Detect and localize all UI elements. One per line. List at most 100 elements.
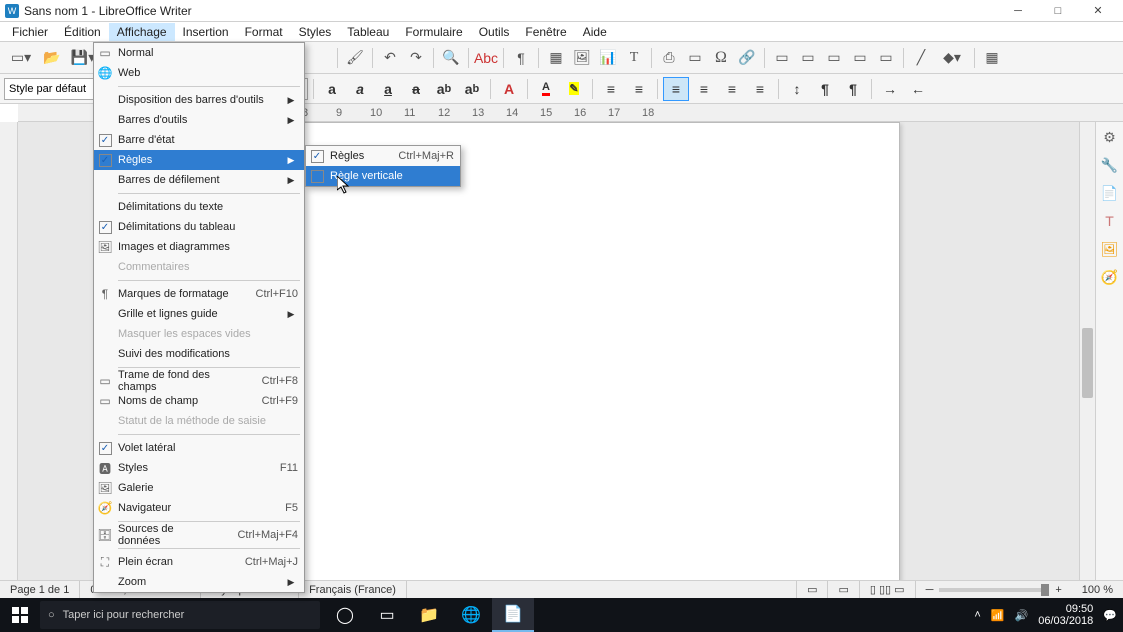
find-button[interactable]: 🔍 (439, 46, 463, 70)
strikethrough-button[interactable]: a (403, 77, 429, 101)
taskbar-clock[interactable]: 09:50 06/03/2018 (1038, 603, 1093, 627)
indent-inc-button[interactable]: → (877, 77, 903, 101)
font-color-button[interactable]: A (533, 77, 559, 101)
indent-dec-button[interactable]: ← (905, 77, 931, 101)
italic-button[interactable]: a (347, 77, 373, 101)
sidebar-settings-icon[interactable]: ⚙ (1099, 126, 1121, 148)
start-button[interactable] (0, 598, 40, 632)
close-button[interactable]: ✕ (1078, 1, 1118, 21)
align-right-button[interactable]: ≡ (719, 77, 745, 101)
menu-formulaire[interactable]: Formulaire (397, 23, 470, 41)
view-menu-item[interactable]: ⛶Plein écranCtrl+Maj+J (94, 552, 304, 572)
spellcheck-button[interactable]: Abc (474, 46, 498, 70)
bookmark-button[interactable]: ▭ (822, 46, 846, 70)
menu-outils[interactable]: Outils (471, 23, 518, 41)
minimize-button[interactable]: ─ (998, 1, 1038, 21)
field-button[interactable]: ▭ (683, 46, 707, 70)
draw-functions-button[interactable]: ▦ (980, 46, 1004, 70)
view-menu-item[interactable]: 🗄Sources de donnéesCtrl+Maj+F4 (94, 525, 304, 545)
redo-button[interactable]: ↷ (404, 46, 428, 70)
task-writer[interactable]: 📄 (492, 598, 534, 632)
view-menu-item[interactable]: ▭Noms de champCtrl+F9 (94, 391, 304, 411)
task-view-button[interactable]: ▭ (366, 598, 408, 632)
task-browser[interactable]: 🌐 (450, 598, 492, 632)
menu-tableau[interactable]: Tableau (339, 23, 397, 41)
sidebar-navigator-icon[interactable]: 🧭 (1099, 266, 1121, 288)
view-menu-item[interactable]: ▭Normal (94, 43, 304, 63)
endnote-button[interactable]: ▭ (796, 46, 820, 70)
highlight-button[interactable]: ✎ (561, 77, 587, 101)
view-menu-item[interactable]: 🅰StylesF11 (94, 458, 304, 478)
view-menu-item[interactable]: 🌐Web (94, 63, 304, 83)
view-menu-item[interactable]: ✓Barre d'état (94, 130, 304, 150)
para-spacing-inc-button[interactable]: ¶ (812, 77, 838, 101)
paragraph-style-combo[interactable]: Style par défaut (4, 78, 94, 100)
open-button[interactable]: 📂 (40, 46, 64, 70)
special-char-button[interactable]: Ω (709, 46, 733, 70)
align-center-button[interactable]: ≡ (691, 77, 717, 101)
view-menu-item[interactable]: Zoom▶ (94, 572, 304, 592)
view-menu-item[interactable]: ¶Marques de formatageCtrl+F10 (94, 284, 304, 304)
menu-aide[interactable]: Aide (575, 23, 615, 41)
sidebar-properties-icon[interactable]: 🔧 (1099, 154, 1121, 176)
tray-notifications-icon[interactable]: 💬 (1103, 609, 1117, 622)
footnote-button[interactable]: ▭ (770, 46, 794, 70)
align-left-button[interactable]: ≡ (663, 77, 689, 101)
view-menu-item[interactable]: Disposition des barres d'outils▶ (94, 90, 304, 110)
status-language[interactable]: Français (France) (299, 581, 407, 598)
tray-volume-icon[interactable]: 🔊 (1015, 609, 1029, 622)
vertical-ruler[interactable] (0, 122, 18, 580)
menu-fenetre[interactable]: Fenêtre (517, 23, 574, 41)
sidebar-styles-icon[interactable]: T (1099, 210, 1121, 232)
table-button[interactable]: ▦ (544, 46, 568, 70)
status-page[interactable]: Page 1 de 1 (0, 581, 80, 598)
scroll-thumb[interactable] (1082, 328, 1093, 398)
view-menu-item[interactable]: Grille et lignes guide▶ (94, 304, 304, 324)
sidebar-page-icon[interactable]: 📄 (1099, 182, 1121, 204)
rulers-submenu-item[interactable]: ✓RèglesCtrl+Maj+R (306, 146, 460, 166)
view-menu-item[interactable]: Barres de défilement▶ (94, 170, 304, 190)
undo-button[interactable]: ↶ (378, 46, 402, 70)
maximize-button[interactable]: □ (1038, 1, 1078, 21)
view-menu-item[interactable]: ✓Règles▶ (94, 150, 304, 170)
bold-button[interactable]: a (319, 77, 345, 101)
underline-button[interactable]: a (375, 77, 401, 101)
menu-insertion[interactable]: Insertion (175, 23, 237, 41)
line-spacing-button[interactable]: ↕ (784, 77, 810, 101)
nonprinting-button[interactable]: ¶ (509, 46, 533, 70)
task-cortana[interactable]: ◯ (324, 598, 366, 632)
hyperlink-button[interactable]: 🔗 (735, 46, 759, 70)
taskbar-search[interactable]: ○ Taper ici pour rechercher (40, 601, 320, 629)
status-zoom-value[interactable]: 100 % (1072, 581, 1123, 598)
view-menu-item[interactable]: 🧭NavigateurF5 (94, 498, 304, 518)
view-menu-item[interactable]: Barres d'outils▶ (94, 110, 304, 130)
status-selection-mode[interactable]: ▭ (797, 581, 828, 598)
bullets-button[interactable]: ≡ (598, 77, 624, 101)
tray-network-icon[interactable]: 📶 (991, 609, 1005, 622)
numbering-button[interactable]: ≡ (626, 77, 652, 101)
crossref-button[interactable]: ▭ (848, 46, 872, 70)
chart-button[interactable]: 📊 (596, 46, 620, 70)
para-spacing-dec-button[interactable]: ¶ (840, 77, 866, 101)
textbox-button[interactable]: T (622, 46, 646, 70)
status-view-layout[interactable]: ▯ ▯▯ ▭ (860, 581, 916, 598)
view-menu-item[interactable]: ✓Volet latéral (94, 438, 304, 458)
superscript-button[interactable]: ab (431, 77, 457, 101)
align-justify-button[interactable]: ≡ (747, 77, 773, 101)
comment-button[interactable]: ▭ (874, 46, 898, 70)
menu-format[interactable]: Format (237, 23, 291, 41)
view-menu-item[interactable]: Délimitations du texte (94, 197, 304, 217)
vertical-scrollbar[interactable] (1079, 122, 1095, 580)
line-button[interactable]: ╱ (909, 46, 933, 70)
pagebreak-button[interactable]: ⎙ (657, 46, 681, 70)
view-menu-item[interactable]: ▭Trame de fond des champsCtrl+F8 (94, 371, 304, 391)
status-signature[interactable]: ▭ (828, 581, 859, 598)
menu-affichage[interactable]: Affichage (109, 23, 175, 41)
status-insert-mode[interactable] (757, 581, 797, 598)
view-menu-item[interactable]: Suivi des modifications (94, 344, 304, 364)
menu-styles[interactable]: Styles (291, 23, 340, 41)
clear-format-button[interactable]: A (496, 77, 522, 101)
status-zoom-slider[interactable]: ─+ (916, 581, 1072, 598)
view-menu-item[interactable]: 🖼Galerie (94, 478, 304, 498)
sidebar-gallery-icon[interactable]: 🖼 (1099, 238, 1121, 260)
